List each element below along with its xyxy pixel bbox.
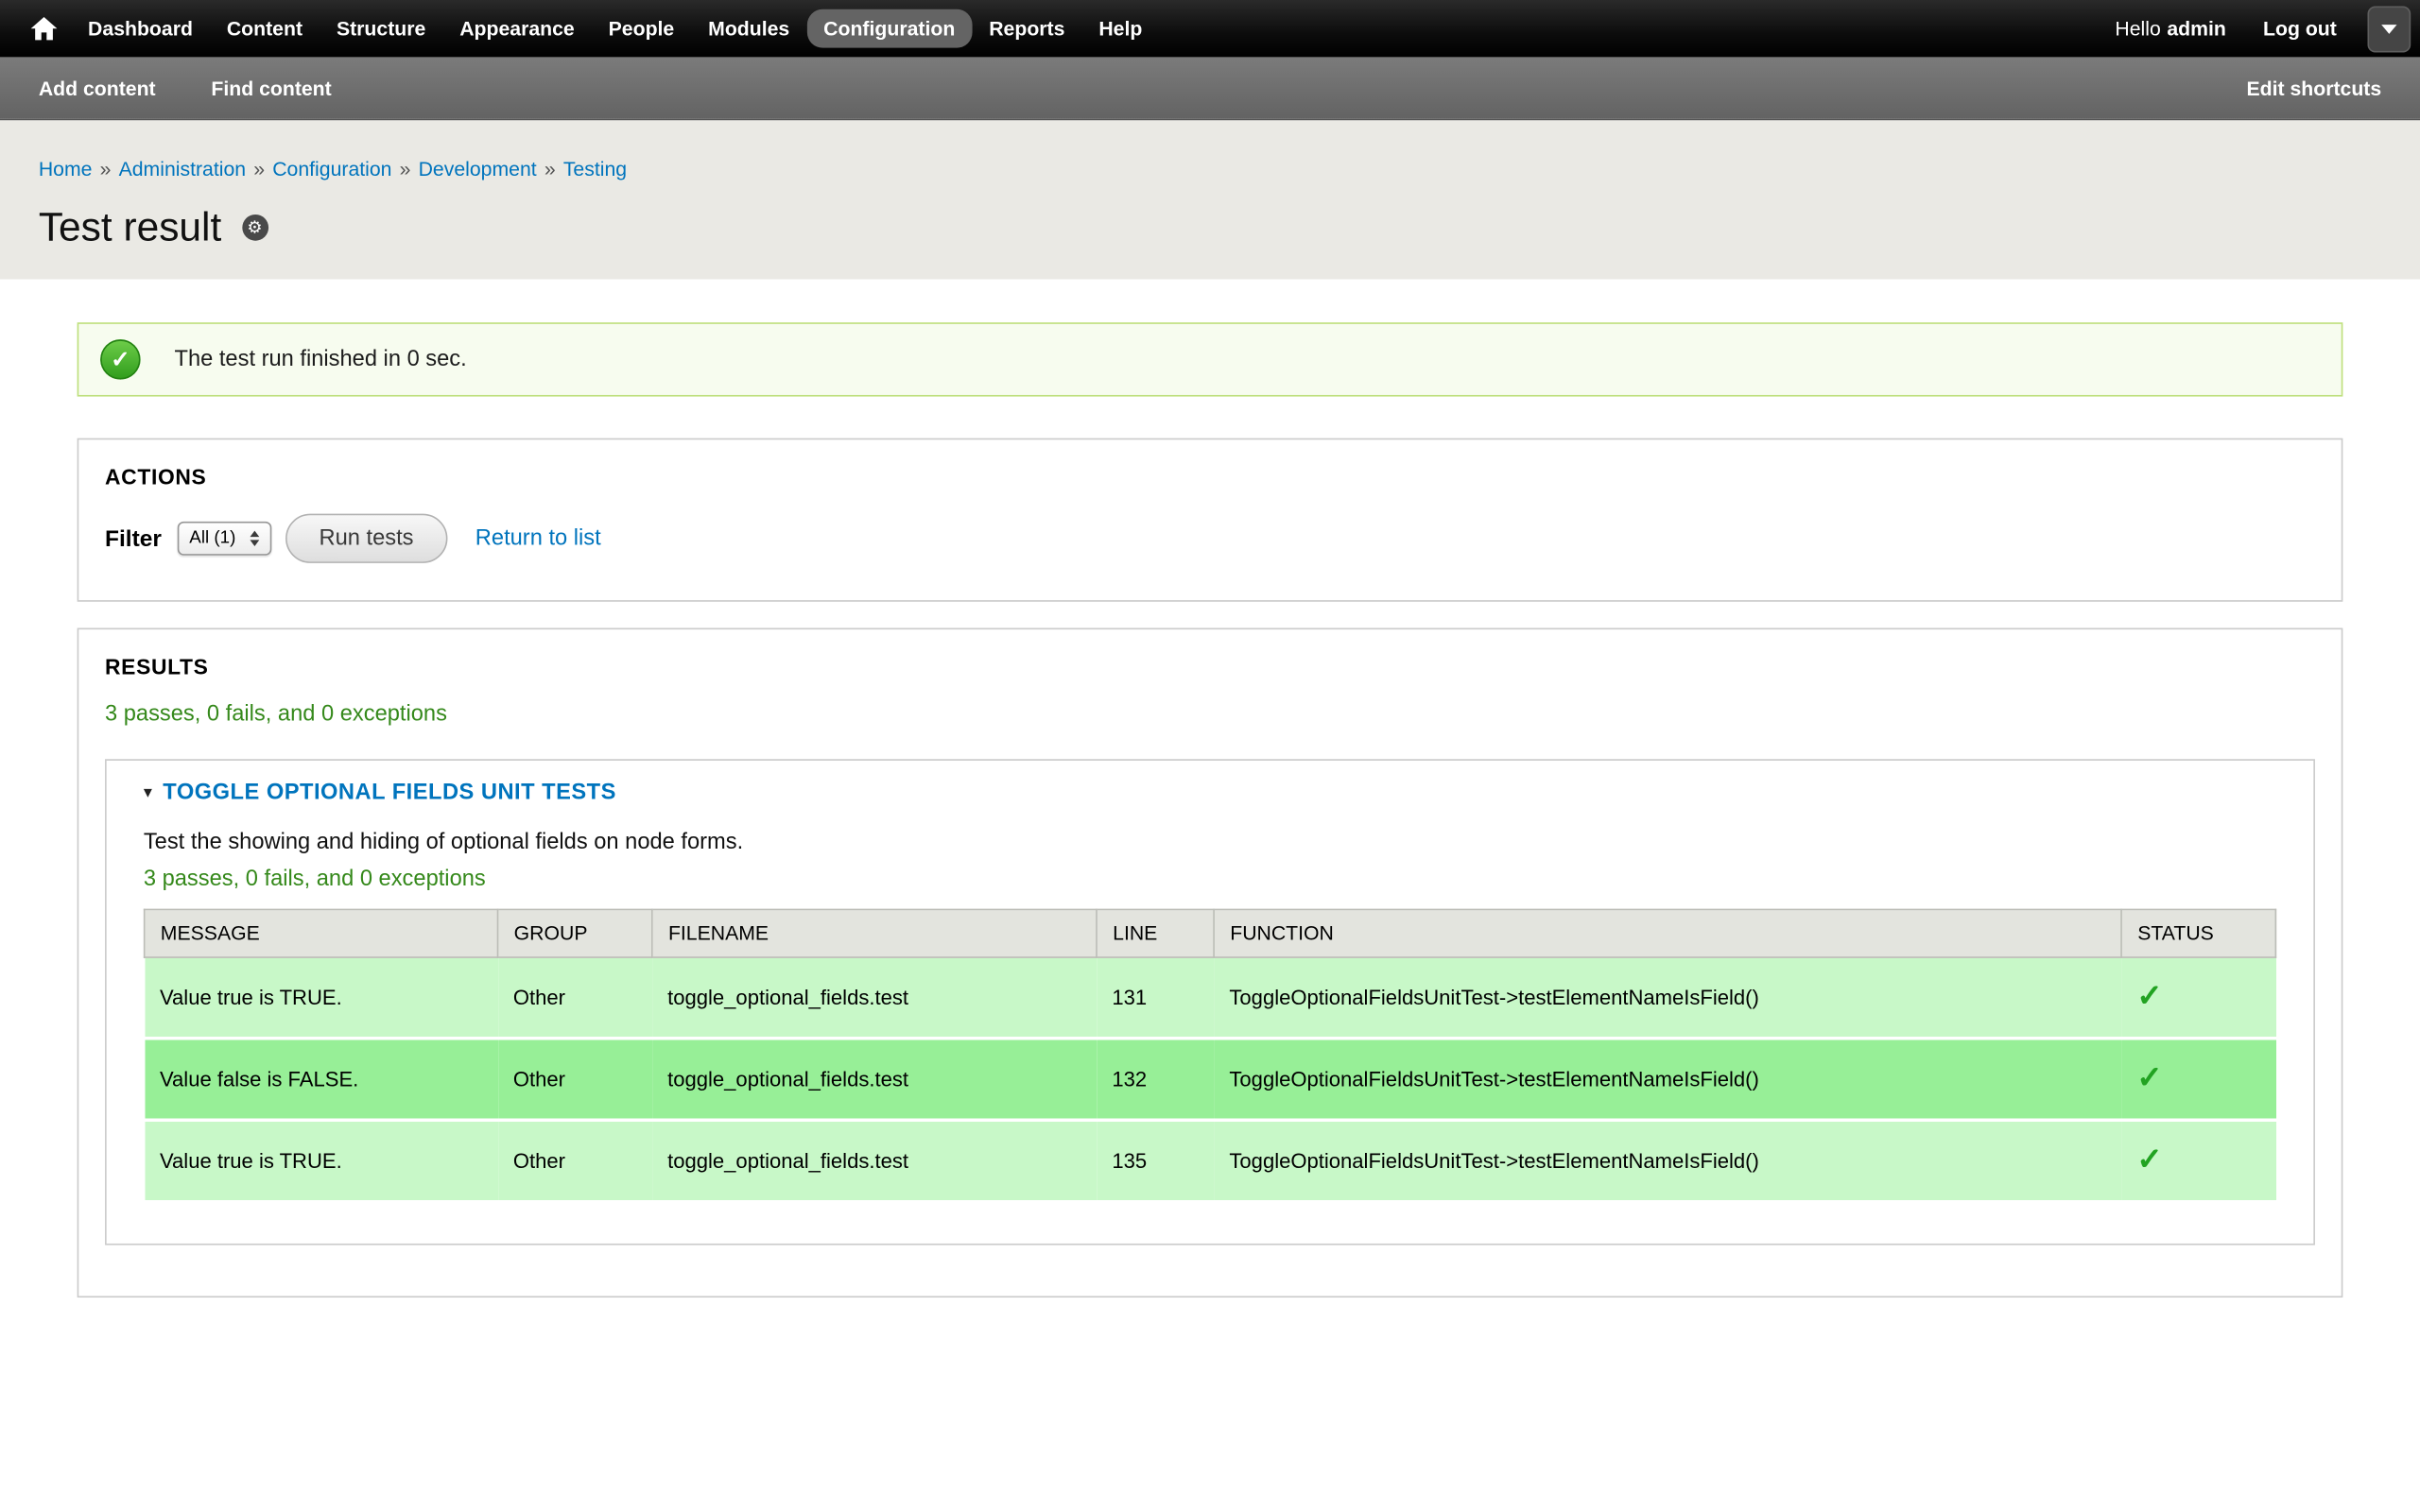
table-header-row: MESSAGE GROUP FILENAME LINE FUNCTION STA…	[145, 909, 2276, 957]
pass-check-icon: ✓	[2136, 1061, 2162, 1095]
filter-label: Filter	[105, 525, 162, 552]
cell-group: Other	[498, 1120, 652, 1202]
cell-status: ✓	[2121, 1120, 2275, 1202]
toolbar-item-appearance[interactable]: Appearance	[442, 9, 591, 48]
breadcrumb-configuration[interactable]: Configuration	[272, 158, 391, 180]
col-header-status: STATUS	[2121, 909, 2275, 957]
return-to-list-link[interactable]: Return to list	[475, 526, 601, 551]
toolbar-item-dashboard[interactable]: Dashboard	[71, 9, 210, 48]
breadcrumb: Home » Administration » Configuration » Develo…	[39, 158, 2381, 182]
cell-message: Value false is FALSE.	[145, 1039, 498, 1121]
toolbar-menu: Dashboard Content Structure Appearance P…	[71, 9, 1159, 48]
add-content-link[interactable]: Add content	[39, 77, 156, 99]
cell-function: ToggleOptionalFieldsUnitTest->testElemen…	[1214, 957, 2121, 1039]
actions-panel: ACTIONS Filter All (1) Run tests Return …	[78, 438, 2343, 602]
col-header-group: GROUP	[498, 909, 652, 957]
username: admin	[2167, 17, 2226, 40]
cell-line: 132	[1097, 1039, 1214, 1121]
drupal-admin-page: Dashboard Content Structure Appearance P…	[0, 0, 2420, 1512]
breadcrumb-separator: »	[400, 158, 411, 180]
home-icon[interactable]	[15, 17, 71, 40]
logout-link[interactable]: Log out	[2263, 17, 2337, 40]
toolbar-item-structure[interactable]: Structure	[320, 9, 442, 48]
page-header: Home » Administration » Configuration » Develo…	[0, 120, 2420, 279]
page-title: Test result	[39, 204, 221, 250]
greeting-prefix: Hello	[2115, 17, 2160, 40]
chevron-down-icon	[2381, 25, 2396, 34]
results-summary: 3 passes, 0 fails, and 0 exceptions	[105, 702, 2315, 729]
toolbar-item-people[interactable]: People	[592, 9, 692, 48]
cell-message: Value true is TRUE.	[145, 1120, 498, 1202]
cell-line: 131	[1097, 957, 1214, 1039]
test-group-description: Test the showing and hiding of optional …	[144, 830, 2276, 854]
col-header-line: LINE	[1097, 909, 1214, 957]
col-header-message: MESSAGE	[145, 909, 498, 957]
results-legend: RESULTS	[105, 654, 2315, 679]
table-row: Value true is TRUE. Other toggle_optiona…	[145, 1120, 2276, 1202]
cell-message: Value true is TRUE.	[145, 957, 498, 1039]
breadcrumb-separator: »	[544, 158, 556, 180]
breadcrumb-testing[interactable]: Testing	[563, 158, 627, 180]
edit-shortcuts-link[interactable]: Edit shortcuts	[2246, 77, 2381, 99]
toolbar-item-reports[interactable]: Reports	[972, 9, 1081, 48]
filter-select[interactable]: All (1)	[177, 522, 271, 556]
toolbar-toggle-button[interactable]	[2367, 7, 2411, 53]
test-group: ▾ TOGGLE OPTIONAL FIELDS UNIT TESTS Test…	[105, 759, 2315, 1245]
main-content: ✓ The test run finished in 0 sec. ACTION…	[0, 280, 2420, 1298]
cell-filename: toggle_optional_fields.test	[652, 1039, 1097, 1121]
screen: Dashboard Content Structure Appearance P…	[0, 0, 2420, 1512]
run-tests-button[interactable]: Run tests	[285, 514, 448, 563]
find-content-link[interactable]: Find content	[211, 77, 331, 99]
breadcrumb-separator: »	[100, 158, 112, 180]
shortcut-bar: Add content Find content Edit shortcuts	[0, 57, 2420, 120]
results-table: MESSAGE GROUP FILENAME LINE FUNCTION STA…	[144, 909, 2276, 1204]
select-arrows-icon	[250, 531, 259, 546]
cell-status: ✓	[2121, 957, 2275, 1039]
status-ok-icon: ✓	[100, 339, 140, 379]
cell-filename: toggle_optional_fields.test	[652, 957, 1097, 1039]
breadcrumb-separator: »	[253, 158, 265, 180]
cell-function: ToggleOptionalFieldsUnitTest->testElemen…	[1214, 1120, 2121, 1202]
toolbar-item-modules[interactable]: Modules	[691, 9, 806, 48]
breadcrumb-development[interactable]: Development	[419, 158, 537, 180]
toolbar-item-help[interactable]: Help	[1081, 9, 1159, 48]
home-icon-glyph	[30, 17, 57, 40]
col-header-function: FUNCTION	[1214, 909, 2121, 957]
check-icon: ✓	[111, 348, 130, 370]
cell-line: 135	[1097, 1120, 1214, 1202]
cell-function: ToggleOptionalFieldsUnitTest->testElemen…	[1214, 1039, 2121, 1121]
table-row: Value true is TRUE. Other toggle_optiona…	[145, 957, 2276, 1039]
table-row: Value false is FALSE. Other toggle_optio…	[145, 1039, 2276, 1121]
test-group-title[interactable]: TOGGLE OPTIONAL FIELDS UNIT TESTS	[163, 779, 616, 806]
col-header-filename: FILENAME	[652, 909, 1097, 957]
test-group-summary: 3 passes, 0 fails, and 0 exceptions	[144, 868, 2276, 894]
title-row: Test result ⚙	[39, 204, 2381, 250]
breadcrumb-home[interactable]: Home	[39, 158, 93, 180]
collapse-arrow-icon: ▾	[144, 784, 152, 801]
cell-filename: toggle_optional_fields.test	[652, 1120, 1097, 1202]
filter-select-value: All (1)	[189, 529, 235, 548]
admin-toolbar: Dashboard Content Structure Appearance P…	[0, 0, 2420, 57]
pass-check-icon: ✓	[2136, 980, 2162, 1014]
status-text: The test run finished in 0 sec.	[174, 347, 466, 371]
toolbar-item-content[interactable]: Content	[210, 9, 320, 48]
status-message: ✓ The test run finished in 0 sec.	[78, 322, 2343, 396]
breadcrumb-administration[interactable]: Administration	[119, 158, 246, 180]
cell-group: Other	[498, 957, 652, 1039]
gear-icon[interactable]: ⚙	[242, 214, 268, 240]
actions-row: Filter All (1) Run tests Return to list	[105, 514, 2315, 563]
user-greeting: Hello admin	[2115, 17, 2225, 40]
actions-legend: ACTIONS	[105, 464, 2315, 489]
toolbar-item-configuration[interactable]: Configuration	[806, 9, 972, 48]
pass-check-icon: ✓	[2136, 1143, 2162, 1177]
cell-group: Other	[498, 1039, 652, 1121]
cell-status: ✓	[2121, 1039, 2275, 1121]
toolbar-user-area: Hello admin Log out	[2115, 17, 2336, 40]
results-panel: RESULTS 3 passes, 0 fails, and 0 excepti…	[78, 627, 2343, 1297]
test-group-toggle[interactable]: ▾ TOGGLE OPTIONAL FIELDS UNIT TESTS	[144, 779, 2276, 806]
